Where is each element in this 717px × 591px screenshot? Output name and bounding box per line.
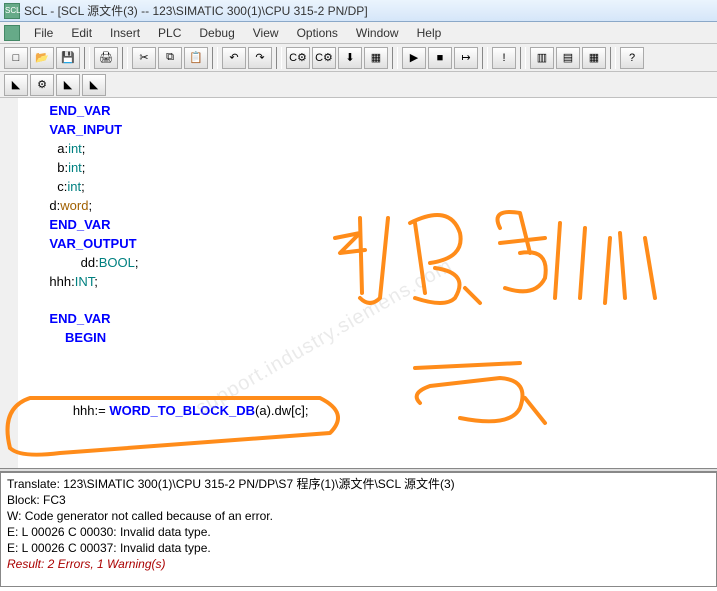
separator-icon (84, 47, 90, 69)
menu-file[interactable]: File (26, 24, 61, 42)
output-line: Translate: 123\SIMATIC 300(1)\CPU 315-2 … (7, 477, 455, 491)
output-content: Translate: 123\SIMATIC 300(1)\CPU 315-2 … (7, 477, 710, 573)
debug-toolbar: ◣ ⚙ ◣ ◣ (0, 72, 717, 98)
output-line: E: L 00026 C 00037: Invalid data type. (7, 541, 211, 555)
menu-insert[interactable]: Insert (102, 24, 148, 42)
window3-button[interactable]: ▦ (582, 47, 606, 69)
editor-area: END_VAR VAR_INPUT a:int; b:int; c:int; d… (0, 98, 717, 468)
undo-button[interactable]: ↶ (222, 47, 246, 69)
print-button[interactable]: 🖨 (94, 47, 118, 69)
output-line: Block: FC3 (7, 493, 66, 507)
code-editor[interactable]: END_VAR VAR_INPUT a:int; b:int; c:int; d… (0, 98, 717, 468)
main-toolbar: □ 📂 💾 🖨 ✂ ⧉ 📋 ↶ ↷ C⚙ C⚙ ⬇ ▦ ▶ ■ ↦ ! ▥ ▤ … (0, 44, 717, 72)
separator-icon (276, 47, 282, 69)
menu-options[interactable]: Options (289, 24, 346, 42)
step-button[interactable]: ↦ (454, 47, 478, 69)
title-bar: SCL SCL - [SCL 源文件(3) -- 123\SIMATIC 300… (0, 0, 717, 22)
window1-button[interactable]: ▥ (530, 47, 554, 69)
output-line: E: L 00026 C 00030: Invalid data type. (7, 525, 211, 539)
download-button[interactable]: ⬇ (338, 47, 362, 69)
separator-icon (392, 47, 398, 69)
paste-button[interactable]: 📋 (184, 47, 208, 69)
window-title: SCL - [SCL 源文件(3) -- 123\SIMATIC 300(1)\… (24, 2, 368, 19)
output-result: Result: 2 Errors, 1 Warning(s) (7, 557, 166, 571)
block-button[interactable]: ▦ (364, 47, 388, 69)
separator-icon (482, 47, 488, 69)
output-line: W: Code generator not called because of … (7, 509, 273, 523)
compile-button[interactable]: C⚙ (286, 47, 310, 69)
separator-icon (520, 47, 526, 69)
new-button[interactable]: □ (4, 47, 28, 69)
menu-view[interactable]: View (245, 24, 287, 42)
menu-window[interactable]: Window (348, 24, 407, 42)
window2-button[interactable]: ▤ (556, 47, 580, 69)
output-panel[interactable]: Translate: 123\SIMATIC 300(1)\CPU 315-2 … (0, 472, 717, 587)
bookmark2-button[interactable]: ⚙ (30, 74, 54, 96)
stop-button[interactable]: ■ (428, 47, 452, 69)
copy-button[interactable]: ⧉ (158, 47, 182, 69)
app-icon: SCL (4, 3, 20, 19)
menu-edit[interactable]: Edit (63, 24, 100, 42)
redo-button[interactable]: ↷ (248, 47, 272, 69)
code-content: END_VAR VAR_INPUT a:int; b:int; c:int; d… (26, 102, 709, 421)
bookmark3-button[interactable]: ◣ (56, 74, 80, 96)
cut-button[interactable]: ✂ (132, 47, 156, 69)
menu-plc[interactable]: PLC (150, 24, 189, 42)
compile-all-button[interactable]: C⚙ (312, 47, 336, 69)
separator-icon (122, 47, 128, 69)
menu-debug[interactable]: Debug (191, 24, 242, 42)
open-button[interactable]: 📂 (30, 47, 54, 69)
separator-icon (212, 47, 218, 69)
menu-icon (4, 25, 20, 41)
save-button[interactable]: 💾 (56, 47, 80, 69)
bookmark4-button[interactable]: ◣ (82, 74, 106, 96)
menu-help[interactable]: Help (409, 24, 450, 42)
run-button[interactable]: ▶ (402, 47, 426, 69)
goto-button[interactable]: ! (492, 47, 516, 69)
bookmark1-button[interactable]: ◣ (4, 74, 28, 96)
separator-icon (610, 47, 616, 69)
menu-bar: File Edit Insert PLC Debug View Options … (0, 22, 717, 44)
help-button[interactable]: ? (620, 47, 644, 69)
